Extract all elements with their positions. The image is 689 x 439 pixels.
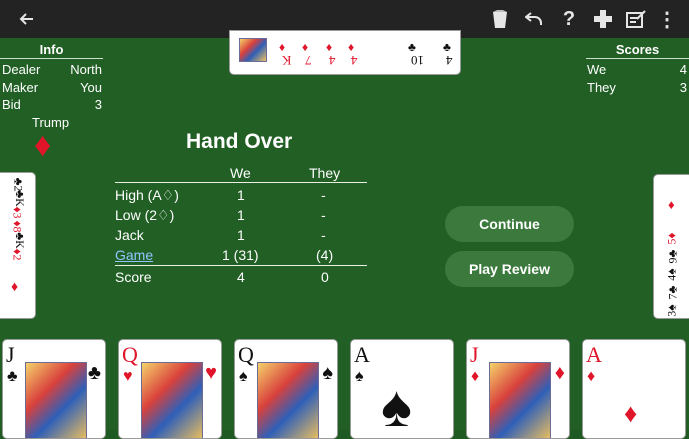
- row-game-they: (4): [316, 247, 334, 263]
- row-jack-they: -: [321, 227, 326, 243]
- score-sheet-icon[interactable]: [622, 0, 650, 38]
- north-card-suit: ♣: [443, 40, 451, 54]
- east-card-label: 7♣: [665, 285, 680, 300]
- hand-card[interactable]: Q ♠ ♠: [234, 339, 338, 439]
- row-score-we: 4: [237, 269, 245, 285]
- row-high-label: High (A♢): [115, 187, 179, 203]
- hand-card-center-pip: ♠: [381, 374, 412, 439]
- play-review-button[interactable]: Play Review: [445, 251, 574, 287]
- trump-diamond-icon: ♦: [34, 126, 52, 164]
- north-card-suit: ♣: [408, 40, 416, 54]
- face-card-art: [489, 362, 551, 438]
- card-deck-icon[interactable]: [486, 0, 514, 38]
- north-card-rank: 4: [446, 53, 453, 68]
- west-card-label: ♦2: [10, 248, 25, 261]
- north-card-rank: 7: [305, 53, 312, 68]
- hand-card[interactable]: Q ♥ ♥: [118, 339, 222, 439]
- hand-card-rank: J: [6, 342, 15, 367]
- north-card-rank: 10: [411, 53, 424, 68]
- west-card-label: ♦3: [10, 206, 25, 219]
- north-card-rank: K: [282, 53, 292, 68]
- face-card-art: [141, 362, 203, 438]
- hand-card[interactable]: A ♠ ♠: [350, 339, 454, 439]
- hand-card-suit: ♦: [471, 368, 480, 385]
- row-game-we: 1 (31): [222, 247, 259, 263]
- info-row-dealer-label: Dealer: [2, 62, 41, 77]
- east-card-label: 4♠: [664, 268, 679, 281]
- east-card-label: 9♣: [665, 249, 680, 264]
- col-header-they: They: [309, 165, 341, 181]
- game-link[interactable]: Game: [115, 247, 153, 263]
- hand-card-pip: ♥: [205, 362, 217, 384]
- hand-card-suit: ♣: [7, 368, 18, 385]
- info-row-bid-label: Bid: [2, 97, 21, 112]
- row-low-label: Low (2♢): [115, 207, 175, 223]
- hand-card-pip: ♠: [322, 362, 333, 384]
- arrow-left-icon[interactable]: [12, 0, 40, 38]
- hand-card[interactable]: A ♦ ♦: [582, 339, 686, 439]
- hand-card-rank: Q: [122, 342, 138, 367]
- total-divider: [115, 265, 367, 266]
- score-we-label: We: [587, 62, 607, 77]
- hand-card-rank: Q: [238, 342, 254, 367]
- hand-card[interactable]: J ♦ ♦: [466, 339, 570, 439]
- info-title: Info: [0, 42, 103, 59]
- header-divider: [115, 182, 367, 183]
- west-card-label: ♦8: [10, 220, 25, 233]
- west-card-suit-icon: ♦: [11, 278, 19, 294]
- hand-card-rank: A: [354, 342, 370, 367]
- info-row-dealer-value: North: [70, 62, 102, 77]
- overflow-menu-icon[interactable]: ⋮: [654, 0, 680, 38]
- east-hand: ♦ 3♠ 7♣ 4♠ 9♣ 5♦: [653, 174, 689, 319]
- undo-icon[interactable]: [520, 0, 548, 38]
- hand-card-rank: A: [586, 342, 602, 367]
- dpad-icon[interactable]: [589, 0, 617, 38]
- score-they-value: 3: [679, 80, 687, 95]
- north-card-suit: ♦: [348, 40, 355, 54]
- col-header-we: We: [230, 165, 251, 181]
- row-low-they: -: [321, 207, 326, 223]
- score-they-label: They: [587, 80, 616, 95]
- hand-over-title: Hand Over: [186, 130, 293, 153]
- north-card-rank: 4: [351, 53, 358, 68]
- hand-card-suit: ♥: [123, 368, 133, 385]
- north-card-rank: 4: [329, 53, 336, 68]
- north-card-suit: ♦: [279, 40, 286, 54]
- row-jack-we: 1: [237, 227, 245, 243]
- hand-card[interactable]: J ♣ ♣: [2, 339, 106, 439]
- score-we-value: 4: [679, 62, 687, 77]
- north-card-suit: ♦: [326, 40, 333, 54]
- hand-card-suit: ♠: [355, 368, 364, 385]
- row-score-label: Score: [115, 269, 152, 285]
- info-row-maker-label: Maker: [2, 80, 39, 95]
- north-hand: [229, 30, 461, 75]
- hand-card-pip: ♦: [554, 362, 565, 384]
- north-card-face: [239, 38, 267, 62]
- hand-card-rank: J: [470, 342, 479, 367]
- east-card-suit-icon: ♦: [668, 197, 675, 212]
- info-row-bid-value: 3: [94, 97, 102, 112]
- scores-title: Scores: [586, 42, 689, 59]
- row-low-we: 1: [237, 207, 245, 223]
- row-high-we: 1: [237, 187, 245, 203]
- east-card-label: 5♦: [664, 232, 679, 245]
- hand-card-center-pip: ♦: [624, 398, 638, 428]
- east-card-label: 3♠: [664, 304, 679, 317]
- row-score-they: 0: [321, 269, 329, 285]
- help-icon[interactable]: ?: [555, 0, 583, 38]
- hand-card-pip: ♣: [87, 362, 101, 384]
- face-card-art: [25, 362, 87, 438]
- hand-card-suit: ♦: [587, 368, 596, 385]
- west-hand: ♣2 ♣K ♦3 ♦8 ♣K ♦2 ♦: [0, 172, 36, 319]
- info-row-maker-value: You: [80, 80, 102, 95]
- north-card-suit: ♦: [302, 40, 309, 54]
- face-card-art: [257, 362, 319, 438]
- west-card-label: ♣K: [12, 190, 27, 207]
- west-card-label: ♣K: [12, 232, 27, 249]
- row-high-they: -: [321, 187, 326, 203]
- row-jack-label: Jack: [115, 227, 144, 243]
- continue-button[interactable]: Continue: [445, 206, 574, 242]
- hand-card-suit: ♠: [239, 368, 248, 385]
